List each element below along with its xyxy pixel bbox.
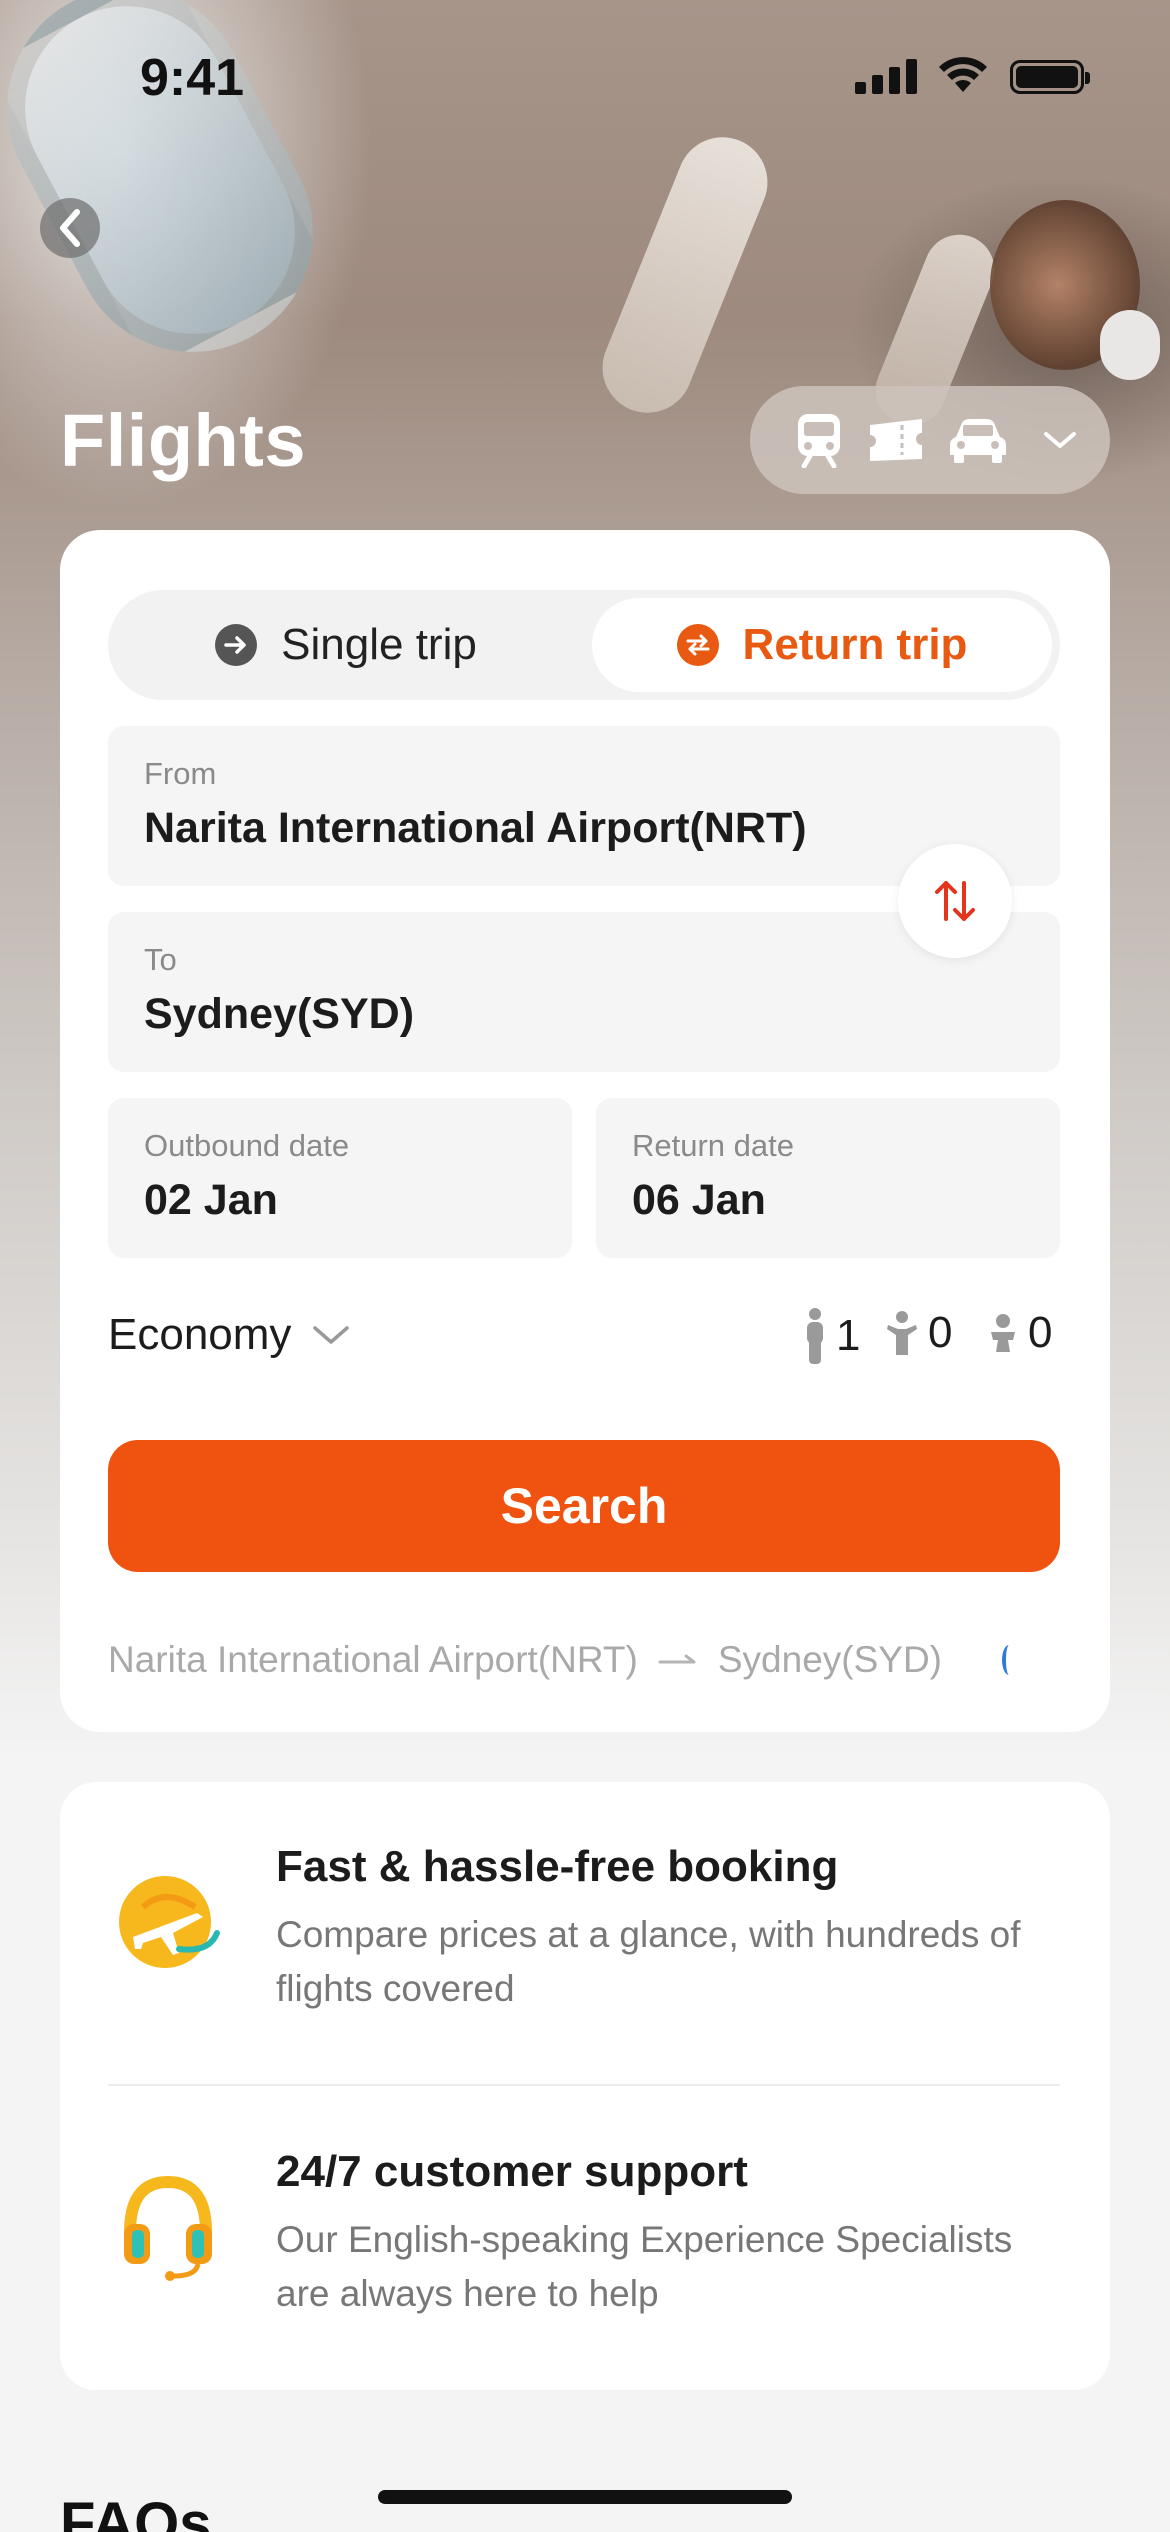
child-passenger-count[interactable]: 0 xyxy=(886,1308,952,1358)
feature-description: Our English-speaking Experience Speciali… xyxy=(276,2219,1013,2314)
feature-description: Compare prices at a glance, with hundred… xyxy=(276,1914,1021,2009)
infant-count: 0 xyxy=(1028,1308,1053,1357)
feature-title: Fast & hassle-free booking xyxy=(276,1842,839,1891)
return-date-label: Return date xyxy=(632,1128,794,1163)
faqs-heading: FAQs xyxy=(60,2491,212,2532)
flight-search-card: Single trip Return trip From Narita Inte… xyxy=(60,530,1110,1732)
cabin-class-value: Economy xyxy=(108,1310,292,1359)
status-bar: 9:41 xyxy=(0,0,1170,150)
outbound-date-value: 02 Jan xyxy=(144,1176,278,1224)
arrow-right-icon xyxy=(215,624,258,666)
return-arrows-icon xyxy=(676,624,719,666)
adult-passenger-count[interactable]: 1 xyxy=(804,1308,860,1364)
train-icon xyxy=(794,412,844,468)
adult-icon xyxy=(807,1308,823,1364)
infant-passenger-count[interactable]: 0 xyxy=(988,1308,1052,1358)
single-trip-option[interactable]: Single trip xyxy=(116,598,576,692)
trip-type-toggle: Single trip Return trip xyxy=(108,590,1060,700)
outbound-date-label: Outbound date xyxy=(144,1128,350,1163)
return-trip-label: Return trip xyxy=(742,620,968,669)
search-button[interactable]: Search xyxy=(108,1440,1060,1572)
divider xyxy=(108,2084,1060,2086)
features-card: Fast & hassle-free booking Compare price… xyxy=(60,1782,1110,2390)
chevron-left-icon xyxy=(60,209,80,247)
status-time: 9:41 xyxy=(140,49,245,107)
outbound-date-field[interactable]: Outbound date 02 Jan xyxy=(108,1098,572,1258)
cabin-class-select[interactable]: Economy xyxy=(108,1310,351,1360)
adult-count: 1 xyxy=(836,1311,861,1360)
recent-search-item[interactable]: Narita International Airport(NRT) Sydney… xyxy=(108,1630,1060,1690)
from-value: Narita International Airport(NRT) xyxy=(144,804,807,852)
transport-mode-switch[interactable] xyxy=(750,386,1110,494)
chevron-down-icon xyxy=(313,1326,350,1344)
cellular-signal-icon xyxy=(855,58,917,94)
plane-globe-icon xyxy=(108,1862,228,1982)
swap-vertical-icon xyxy=(935,881,975,921)
child-count: 0 xyxy=(928,1308,953,1357)
back-button[interactable] xyxy=(40,198,100,258)
page-title: Flights xyxy=(60,399,307,482)
chevron-down-icon xyxy=(1042,428,1078,452)
headset-icon xyxy=(108,2167,228,2287)
headphone-image xyxy=(1100,310,1160,380)
recent-search-from: Narita International Airport(NRT) xyxy=(108,1639,638,1680)
wifi-icon xyxy=(939,57,987,92)
return-trip-option[interactable]: Return trip xyxy=(592,598,1052,692)
single-trip-label: Single trip xyxy=(281,620,477,669)
from-label: From xyxy=(144,756,217,791)
arrow-right-icon xyxy=(658,1654,696,1664)
child-icon xyxy=(887,1311,917,1355)
return-date-field[interactable]: Return date 06 Jan xyxy=(596,1098,1060,1258)
to-label: To xyxy=(144,942,177,977)
battery-icon xyxy=(1010,60,1090,94)
cabin-window-image xyxy=(588,123,782,427)
ticket-icon xyxy=(866,415,926,465)
home-indicator[interactable] xyxy=(378,2490,792,2504)
car-icon xyxy=(948,415,1008,465)
to-value: Sydney(SYD) xyxy=(144,990,415,1038)
recent-search-to: Sydney(SYD) xyxy=(717,1639,942,1680)
infant-icon xyxy=(991,1314,1015,1352)
recent-search-next-item[interactable] xyxy=(1002,1645,1016,1675)
return-date-value: 06 Jan xyxy=(632,1176,766,1224)
feature-title: 24/7 customer support xyxy=(276,2147,748,2196)
swap-locations-button[interactable] xyxy=(898,844,1012,958)
